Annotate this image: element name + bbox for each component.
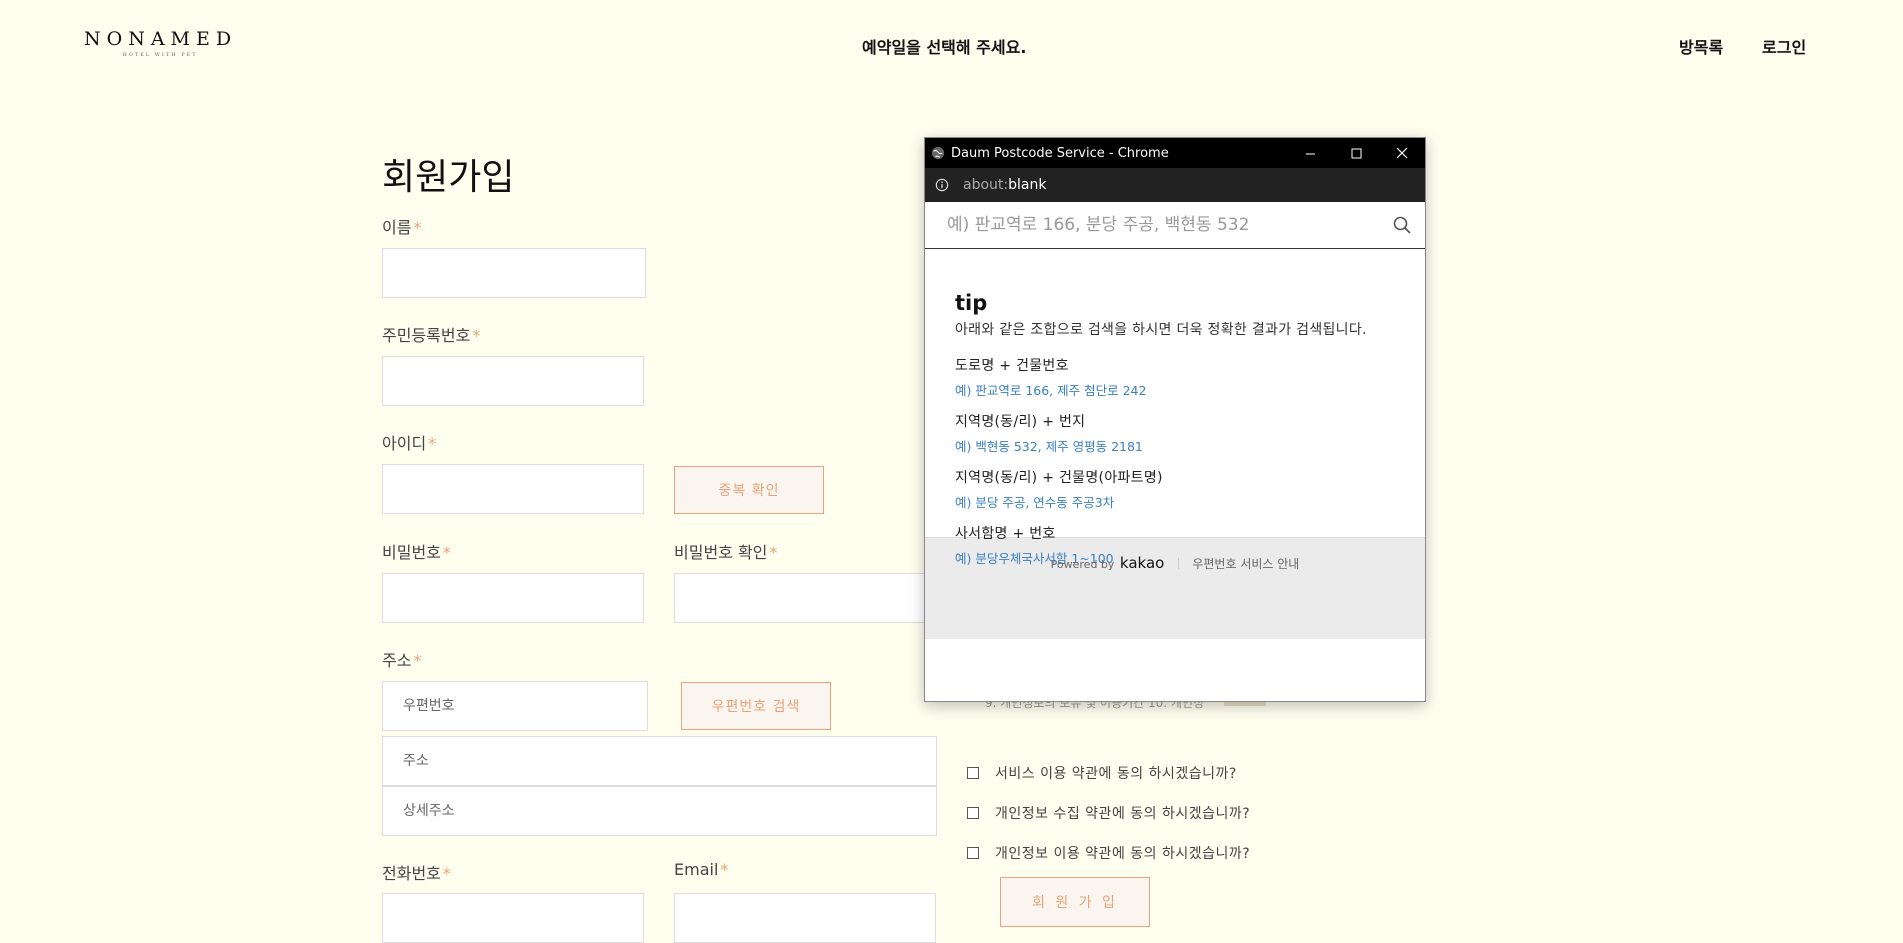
tip-heading: 지역명(동/리) + 번지 — [955, 414, 1086, 430]
email-label: Email * — [674, 860, 729, 879]
info-icon[interactable] — [935, 178, 949, 192]
tip-heading: 지역명(동/리) + 건물명(아파트명) — [955, 470, 1163, 486]
tip-title: tip — [955, 291, 988, 315]
footer-divider — [1177, 558, 1179, 569]
id-input[interactable] — [382, 464, 644, 514]
tip-example-link[interactable]: 예) 백현동 532, 제주 영평동 2181 — [955, 436, 1395, 455]
postcode-search-row — [925, 202, 1425, 249]
postcode-guide-link[interactable]: 우편번호 서비스 안내 — [1192, 557, 1299, 571]
popup-address-bar[interactable]: about: blank — [925, 168, 1425, 202]
password-input[interactable] — [382, 573, 644, 623]
tip-item: 지역명(동/리) + 건물명(아파트명) 예) 분당 주공, 연수동 주공3차 — [955, 467, 1395, 511]
address-label: 주소 * — [382, 651, 422, 670]
nav-login[interactable]: 로그인 — [1762, 34, 1806, 58]
phone-label: 전화번호 * — [382, 864, 451, 883]
tip-item: 도로명 + 건물번호 예) 판교역로 166, 제주 첨단로 242 — [955, 355, 1395, 399]
id-label: 아이디 * — [382, 434, 437, 453]
postcode-popup-window: Daum Postcode Service - Chrome about: bla… — [924, 137, 1426, 702]
address-path: blank — [1008, 177, 1047, 193]
minimize-icon[interactable] — [1287, 138, 1333, 168]
powered-by-text: Powered by — [1050, 558, 1115, 571]
password-label: 비밀번호 * — [382, 543, 451, 562]
tip-item: 지역명(동/리) + 번지 예) 백현동 532, 제주 영평동 2181 — [955, 411, 1395, 455]
address-detail-input[interactable] — [382, 786, 937, 836]
agree-privacy-use-checkbox[interactable] — [967, 847, 979, 859]
postcode-input[interactable] — [382, 681, 648, 731]
popup-window-title: Daum Postcode Service - Chrome — [951, 145, 1169, 161]
agree-privacy-use[interactable]: 개인정보 이용 약관에 동의 하시겠습니까? — [967, 843, 1250, 863]
agree-service-checkbox[interactable] — [967, 767, 979, 779]
tip-example-link[interactable]: 예) 판교역로 166, 제주 첨단로 242 — [955, 380, 1395, 399]
agree-privacy-collect[interactable]: 개인정보 수집 약관에 동의 하시겠습니까? — [967, 803, 1250, 823]
postcode-search-button[interactable]: 우편번호 검색 — [681, 682, 831, 730]
search-tips: tip 아래와 같은 조합으로 검색을 하시면 더욱 정확한 결과가 검색됩니다… — [925, 249, 1425, 566]
rrn-label: 주민등록번호 * — [382, 326, 481, 345]
postcode-search-input[interactable] — [945, 214, 1369, 236]
popup-titlebar[interactable]: Daum Postcode Service - Chrome — [925, 138, 1425, 168]
agree-service[interactable]: 서비스 이용 약관에 동의 하시겠습니까? — [967, 763, 1237, 783]
close-icon[interactable] — [1379, 138, 1425, 168]
nav-room-list[interactable]: 방목록 — [1679, 34, 1723, 58]
address-input[interactable] — [382, 736, 937, 786]
logo[interactable]: NONAMED HOTEL WITH PET — [84, 28, 236, 58]
tip-example-link[interactable]: 예) 분당 주공, 연수동 주공3차 — [955, 492, 1395, 511]
tip-heading: 도로명 + 건물번호 — [955, 358, 1069, 374]
tip-description: 아래와 같은 조합으로 검색을 하시면 더욱 정확한 결과가 검색됩니다. — [955, 322, 1367, 338]
address-protocol: about: — [963, 177, 1009, 193]
name-input[interactable] — [382, 248, 646, 298]
agree-privacy-collect-checkbox[interactable] — [967, 807, 979, 819]
email-input[interactable] — [674, 893, 936, 943]
name-label: 이름 * — [382, 218, 422, 237]
reservation-prompt[interactable]: 예약일을 선택해 주세요. — [862, 34, 1026, 58]
logo-main-text: NONAMED — [84, 28, 238, 50]
logo-sub-text: HOTEL WITH PET — [122, 52, 198, 58]
phone-input[interactable] — [382, 893, 644, 943]
dup-check-button[interactable]: 중복 확인 — [674, 466, 824, 514]
password-confirm-input[interactable] — [674, 573, 934, 623]
globe-icon — [931, 146, 945, 160]
maximize-icon[interactable] — [1333, 138, 1379, 168]
kakao-logo[interactable]: kakao — [1120, 554, 1164, 572]
rrn-input[interactable] — [382, 356, 644, 406]
signup-button[interactable]: 회 원 가 입 — [1000, 877, 1150, 927]
page-title: 회원가입 — [382, 157, 515, 198]
password-confirm-label: 비밀번호 확인 * — [674, 543, 778, 562]
search-icon[interactable] — [1393, 216, 1411, 234]
